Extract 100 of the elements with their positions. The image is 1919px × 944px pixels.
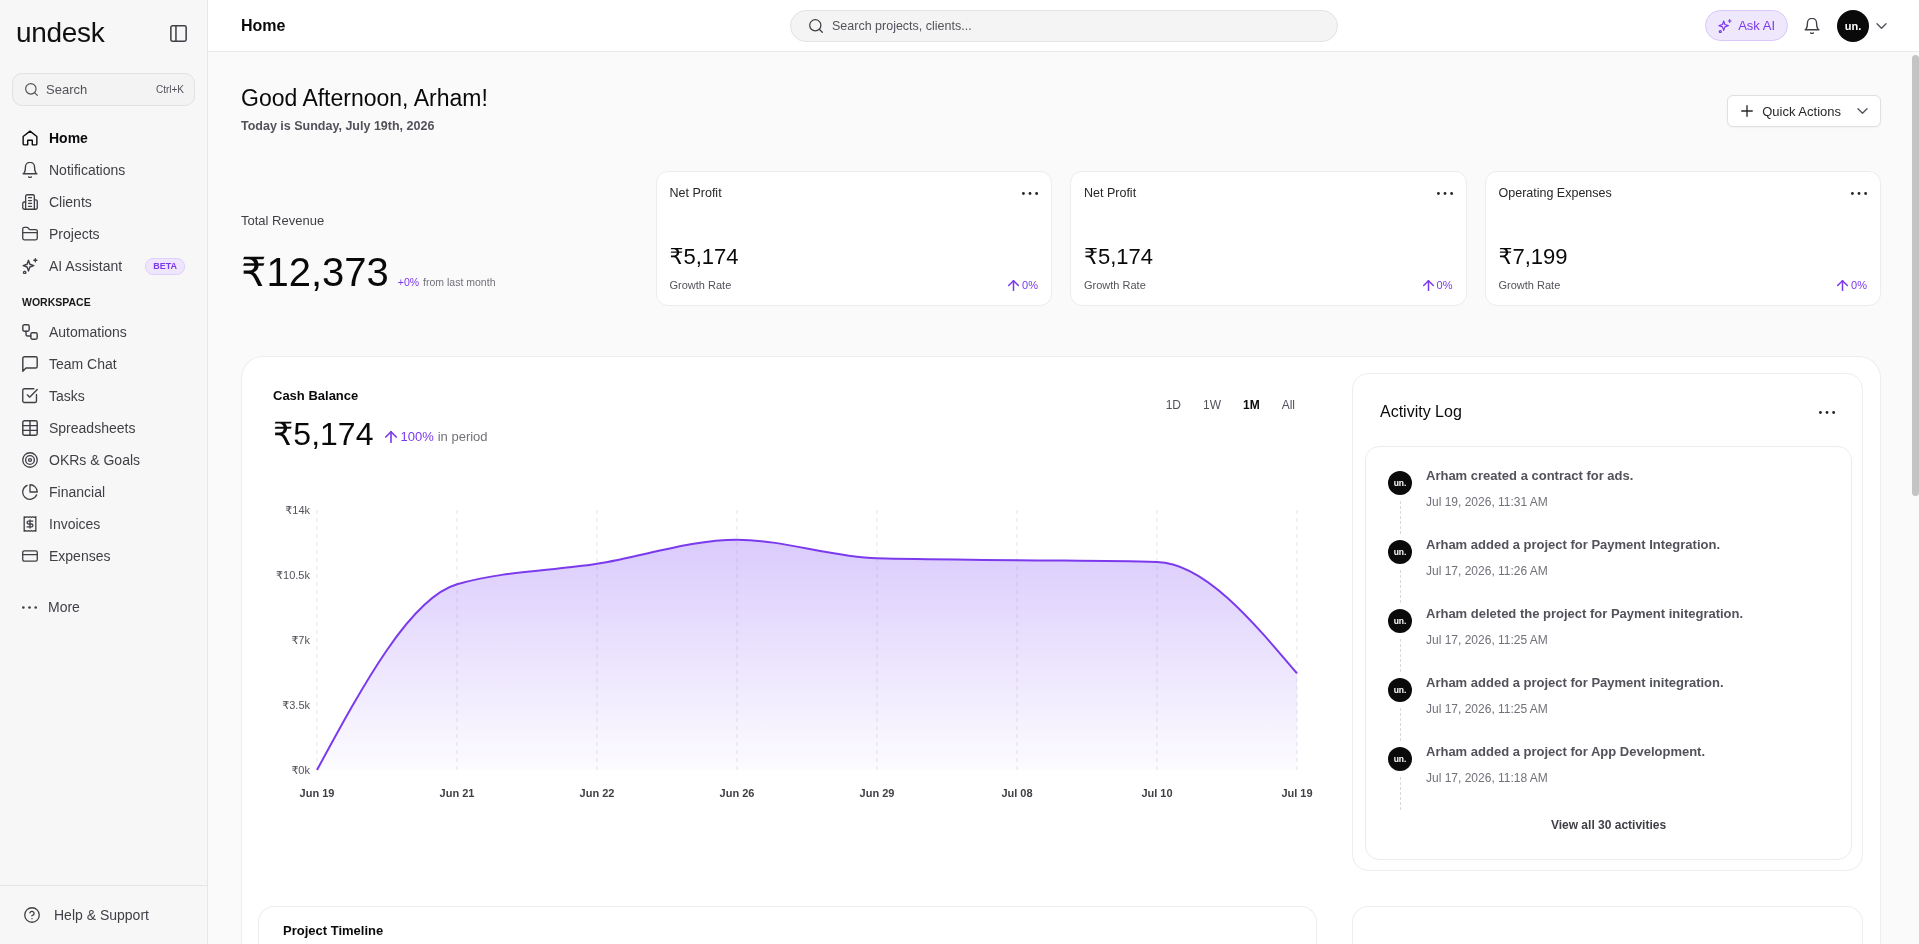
timeline-connector	[1399, 570, 1401, 603]
range-tab[interactable]: All	[1272, 391, 1304, 419]
card-title: Activity Log	[1380, 403, 1462, 421]
stat-label: Total Revenue	[241, 212, 326, 229]
x-axis-label: Jun 22	[579, 787, 615, 799]
activity-time: Jul 17, 2026, 11:25 AM	[1426, 701, 1549, 717]
x-axis-label: Jun 29	[859, 787, 895, 799]
nav-item[interactable]: Tasks	[10, 380, 197, 412]
x-axis-label: Jun 26	[719, 787, 755, 799]
chevron-down-icon	[1857, 108, 1868, 114]
activity-text: Arham added a project for Payment Integration.	[1426, 536, 1720, 554]
activity-time: Jul 17, 2026, 11:25 AM	[1426, 632, 1549, 648]
help-icon	[24, 907, 40, 923]
stat-label: Growth Rate	[1498, 278, 1561, 292]
change-value: 100%	[400, 428, 434, 444]
x-axis-label: Jul 08	[1001, 787, 1033, 799]
receipt-icon	[22, 516, 38, 532]
x-axis-label: Jun 21	[439, 787, 475, 799]
nav-item[interactable]: Clients	[10, 186, 197, 218]
bell-icon	[22, 162, 38, 178]
activity-text: Arham deleted the project for Payment initegration.	[1426, 605, 1744, 623]
chevron-down-icon[interactable]	[1876, 22, 1887, 29]
more-button[interactable]: More	[10, 591, 197, 623]
avatar: un.	[1388, 540, 1412, 564]
activity-text: Arham added a project for App Development.	[1426, 743, 1706, 761]
ellipsis-icon[interactable]	[1819, 410, 1835, 414]
nav-item[interactable]: Notifications	[10, 154, 197, 186]
table-icon	[22, 420, 38, 436]
arrow-up-icon	[385, 430, 398, 443]
bell-icon[interactable]	[1804, 17, 1820, 34]
nav-item[interactable]: Automations	[10, 316, 197, 348]
ellipsis-icon	[22, 605, 37, 609]
range-tab[interactable]: 1M	[1234, 391, 1269, 419]
timeline-connector	[1399, 708, 1401, 741]
range-tab[interactable]: 1W	[1194, 391, 1230, 419]
ellipsis-icon[interactable]	[1436, 191, 1453, 195]
x-axis-label: Jun 19	[299, 787, 335, 799]
nav-item[interactable]: Team Chat	[10, 348, 197, 380]
card-title: Operating Expenses	[1498, 185, 1612, 201]
page-title: Home	[241, 16, 286, 35]
date-subtitle: Today is Sunday, July 19th, 2026	[241, 118, 436, 135]
change-value: 0%	[1851, 278, 1867, 292]
change-value: 0%	[1022, 278, 1038, 292]
stat-label: Growth Rate	[669, 278, 732, 292]
y-axis-label: ₹0k	[291, 764, 310, 776]
target-icon	[22, 452, 38, 468]
y-axis-label: ₹7k	[291, 634, 310, 646]
change-value: +0%	[397, 276, 420, 288]
stat-value: ₹5,174	[669, 243, 740, 271]
card-title: Net Profit	[669, 185, 722, 201]
nav-item[interactable]: Projects	[10, 218, 197, 250]
activity-time: Jul 17, 2026, 11:18 AM	[1426, 770, 1549, 786]
help-link[interactable]: Help & Support	[24, 907, 149, 923]
scrollbar-thumb[interactable]	[1912, 55, 1919, 496]
activity-text: Arham added a project for Payment initegration.	[1426, 674, 1724, 692]
nav-item[interactable]: Invoices	[10, 508, 197, 540]
nav-item[interactable]: OKRs & Goals	[10, 444, 197, 476]
panel-icon[interactable]	[170, 24, 187, 42]
stat-value: ₹5,174	[1084, 243, 1155, 271]
home-icon	[22, 130, 38, 146]
logo: undesk	[16, 16, 105, 50]
sparkle-icon	[22, 258, 38, 274]
avatar: un.	[1388, 471, 1412, 495]
timeline-connector	[1399, 501, 1401, 534]
nav-item[interactable]: Expenses	[10, 540, 197, 572]
view-all-link[interactable]: View all 30 activities	[1550, 817, 1667, 833]
nav-item[interactable]: Home	[10, 122, 197, 154]
x-axis-label: Jul 10	[1141, 787, 1173, 799]
ellipsis-icon[interactable]	[1022, 191, 1038, 195]
search-field[interactable]: Search projects, clients...	[790, 9, 1338, 42]
beta-badge: BETA	[145, 257, 185, 275]
nav-item[interactable]: Spreadsheets	[10, 412, 197, 444]
avatar: un.	[1388, 747, 1412, 771]
range-tab[interactable]: 1D	[1156, 391, 1190, 419]
balance-value: ₹5,174	[273, 415, 374, 454]
pie-chart-icon	[22, 484, 38, 500]
avatar: un.	[1388, 678, 1412, 702]
card-title: Project Timeline	[283, 923, 384, 938]
sparkle-icon	[1718, 18, 1733, 33]
change-value: 0%	[1436, 278, 1453, 292]
section-label: WORKSPACE	[21, 295, 92, 310]
activity-time: Jul 19, 2026, 11:31 AM	[1426, 494, 1549, 510]
y-axis-label: ₹14k	[285, 504, 310, 516]
card-title: Net Profit	[1084, 185, 1137, 201]
ellipsis-icon[interactable]	[1851, 191, 1867, 195]
y-axis-label: ₹10.5k	[276, 569, 310, 581]
check-square-icon	[22, 388, 38, 404]
timeline-connector	[1399, 777, 1401, 810]
building-icon	[22, 194, 38, 210]
stat-label: Growth Rate	[1084, 278, 1146, 292]
ask-ai-button[interactable]: Ask AI	[1705, 10, 1788, 41]
revenue-value: ₹12,373	[241, 249, 389, 296]
plus-icon	[1741, 105, 1754, 117]
quick-actions-button[interactable]: Quick Actions	[1727, 95, 1881, 127]
nav-item[interactable]: Financial	[10, 476, 197, 508]
nav-item[interactable]: AI Assistant BETA	[10, 250, 197, 282]
avatar[interactable]: un.	[1837, 9, 1869, 42]
shortcut-hint: Ctrl+K	[155, 83, 184, 96]
change-note: from last month	[423, 276, 496, 288]
search-icon	[809, 18, 823, 33]
